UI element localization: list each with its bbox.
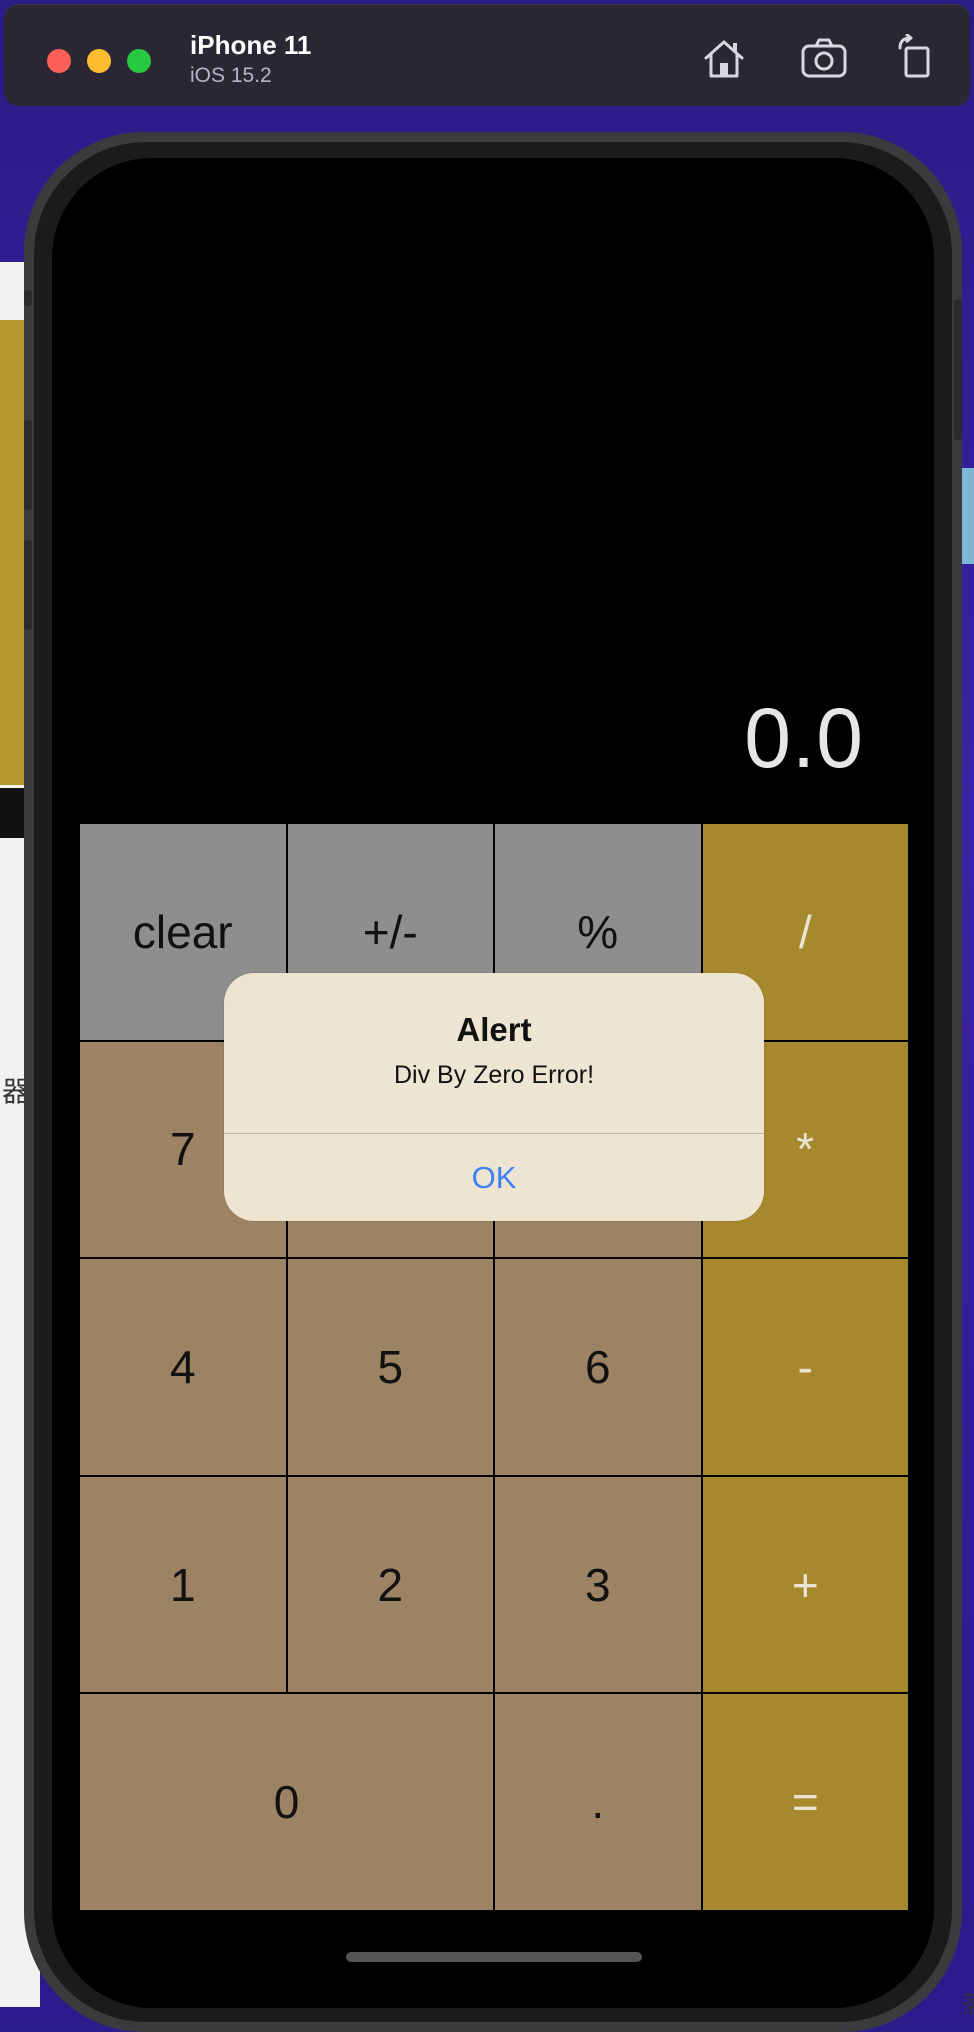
volume-down-button [24, 540, 32, 630]
rotate-icon[interactable] [892, 32, 940, 82]
home-indicator[interactable] [346, 1952, 642, 1962]
alert-dialog: Alert Div By Zero Error! OK [224, 973, 764, 1221]
simulator-titlebar: iPhone 11 iOS 15.2 [4, 4, 970, 106]
window-minimize-button[interactable] [87, 49, 111, 73]
alert-ok-button[interactable]: OK [224, 1134, 764, 1221]
home-icon[interactable] [700, 34, 748, 82]
window-zoom-button[interactable] [127, 49, 151, 73]
background-window-right [962, 468, 974, 564]
digit-2-button[interactable]: 2 [287, 1476, 493, 1693]
decimal-button[interactable]: . [495, 1694, 701, 1910]
alert-message: Div By Zero Error! [393, 1061, 595, 1089]
digit-5-button[interactable]: 5 [287, 1259, 493, 1475]
window-close-button[interactable] [47, 49, 71, 73]
alert-title: Alert [456, 1011, 532, 1048]
device-os-version: iOS 15.2 [190, 64, 272, 87]
minus-button[interactable]: - [702, 1259, 908, 1475]
background-window-text-right: 藩 [962, 1985, 974, 2020]
digit-3-button[interactable]: 3 [495, 1476, 701, 1693]
screenshot-icon[interactable] [800, 34, 848, 82]
digit-6-button[interactable]: 6 [495, 1259, 701, 1475]
digit-1-button[interactable]: 1 [80, 1476, 286, 1693]
device-name: iPhone 11 [190, 30, 312, 60]
ringer-switch [24, 290, 32, 306]
digit-0-button[interactable]: 0 [80, 1694, 493, 1910]
calculator-display: 0.0 [744, 691, 864, 785]
volume-up-button [24, 420, 32, 510]
digit-4-button[interactable]: 4 [80, 1259, 286, 1475]
equals-button[interactable]: = [702, 1694, 908, 1910]
power-button [954, 300, 962, 440]
plus-button[interactable]: + [702, 1476, 908, 1693]
